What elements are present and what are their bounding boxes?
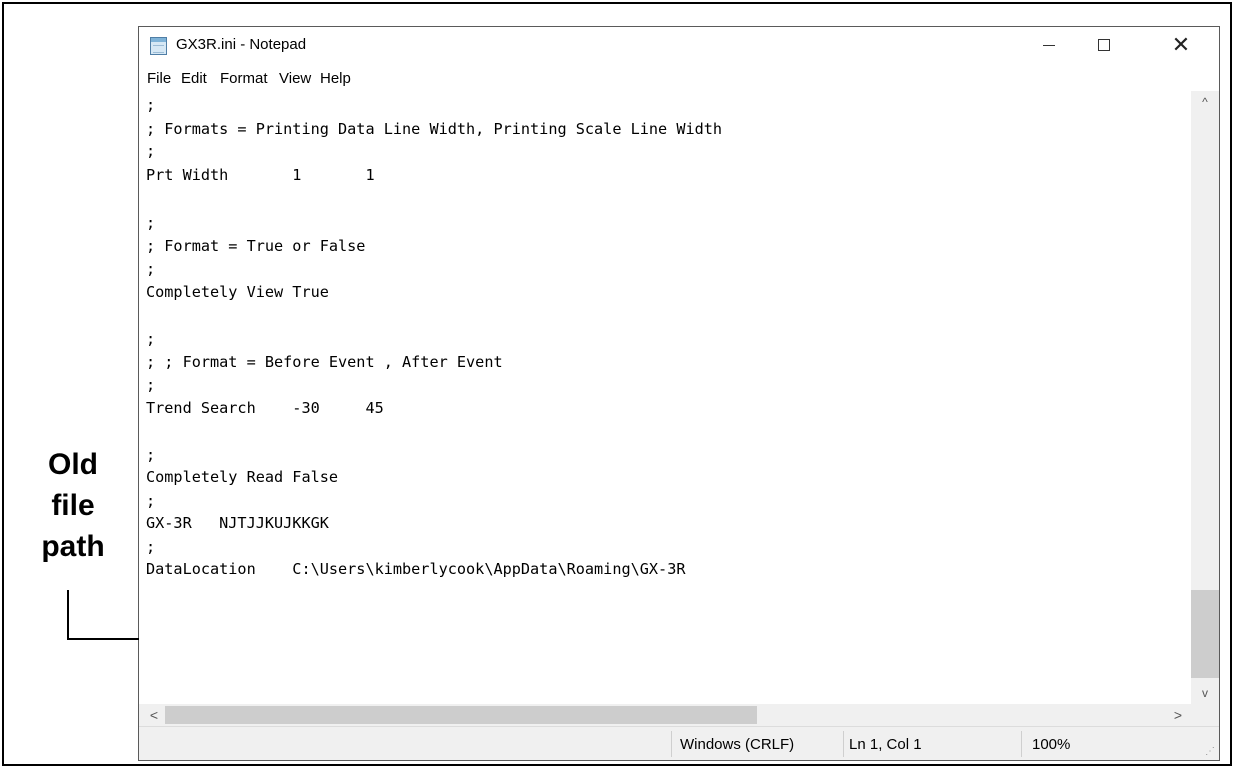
editor-line: Prt Width 1 1 bbox=[146, 166, 375, 184]
editor-line: ; ; Format = Before Event , After Event bbox=[146, 353, 503, 371]
scroll-right-icon[interactable]: > bbox=[1167, 704, 1189, 726]
menu-view[interactable]: View bbox=[279, 70, 311, 87]
status-position: Ln 1, Col 1 bbox=[849, 736, 922, 753]
status-separator bbox=[671, 731, 672, 757]
horizontal-scroll-thumb[interactable] bbox=[165, 706, 757, 724]
menu-bar: File Edit Format View Help bbox=[139, 65, 1219, 91]
callout-leader-horizontal bbox=[67, 638, 139, 640]
horizontal-scrollbar[interactable]: < > bbox=[139, 704, 1191, 726]
editor-line: ; bbox=[146, 446, 156, 464]
editor-line: ; bbox=[146, 538, 156, 556]
maximize-button[interactable] bbox=[1081, 27, 1127, 63]
menu-edit[interactable]: Edit bbox=[181, 70, 207, 87]
callout-leader-vertical bbox=[67, 590, 69, 640]
callout-line-1: Old bbox=[48, 448, 98, 481]
menu-help[interactable]: Help bbox=[320, 70, 351, 87]
editor-line: ; bbox=[146, 492, 156, 510]
title-bar[interactable]: GX3R.ini - Notepad ✕ bbox=[139, 27, 1219, 65]
window-title: GX3R.ini - Notepad bbox=[176, 36, 307, 53]
editor-line: ; bbox=[146, 142, 156, 160]
editor-line: ; bbox=[146, 376, 156, 394]
editor-line: Trend Search -30 45 bbox=[146, 399, 384, 417]
text-editor[interactable]: ; ; Formats = Printing Data Line Width, … bbox=[139, 91, 1191, 725]
menu-file[interactable]: File bbox=[147, 70, 171, 87]
editor-line: Completely View True bbox=[146, 283, 329, 301]
editor-line: ; bbox=[146, 260, 156, 278]
scroll-left-icon[interactable]: < bbox=[143, 704, 165, 726]
scroll-up-icon[interactable]: ^ bbox=[1191, 91, 1219, 113]
notepad-icon bbox=[150, 37, 167, 55]
close-icon: ✕ bbox=[1171, 32, 1191, 57]
resize-grip-icon[interactable]: ⋰ bbox=[1205, 746, 1215, 757]
minimize-icon bbox=[1043, 44, 1055, 46]
editor-line: ; Format = True or False bbox=[146, 237, 366, 255]
callout-line-3: path bbox=[41, 530, 105, 563]
minimize-button[interactable] bbox=[1026, 27, 1072, 63]
vertical-scroll-thumb[interactable] bbox=[1191, 590, 1219, 678]
menu-format[interactable]: Format bbox=[220, 70, 268, 87]
status-separator bbox=[843, 731, 844, 757]
editor-line: ; Formats = Printing Data Line Width, Pr… bbox=[146, 120, 723, 138]
notepad-window: GX3R.ini - Notepad ✕ File Edit Format Vi… bbox=[138, 26, 1220, 761]
status-line-ending: Windows (CRLF) bbox=[680, 736, 795, 753]
scroll-down-icon[interactable]: v bbox=[1191, 682, 1219, 704]
editor-line: GX-3R NJTJJKUJKKGK bbox=[146, 514, 329, 532]
editor-line-data-location: DataLocation C:\Users\kimberlycook\AppDa… bbox=[146, 560, 686, 578]
status-separator bbox=[1021, 731, 1022, 757]
callout-line-2: file bbox=[51, 489, 95, 522]
status-zoom: 100% bbox=[1032, 736, 1071, 753]
status-bar: Windows (CRLF) Ln 1, Col 1 100% ⋰ bbox=[139, 726, 1219, 760]
maximize-icon bbox=[1098, 39, 1110, 51]
editor-line: ; bbox=[146, 96, 156, 114]
vertical-scrollbar[interactable]: ^ v bbox=[1191, 91, 1219, 704]
editor-line: Completely Read False bbox=[146, 468, 339, 486]
scrollbar-corner bbox=[1191, 704, 1219, 726]
callout-label: Old file path bbox=[28, 444, 118, 567]
close-button[interactable]: ✕ bbox=[1158, 27, 1204, 63]
editor-line: ; bbox=[146, 214, 156, 232]
editor-line: ; bbox=[146, 330, 156, 348]
